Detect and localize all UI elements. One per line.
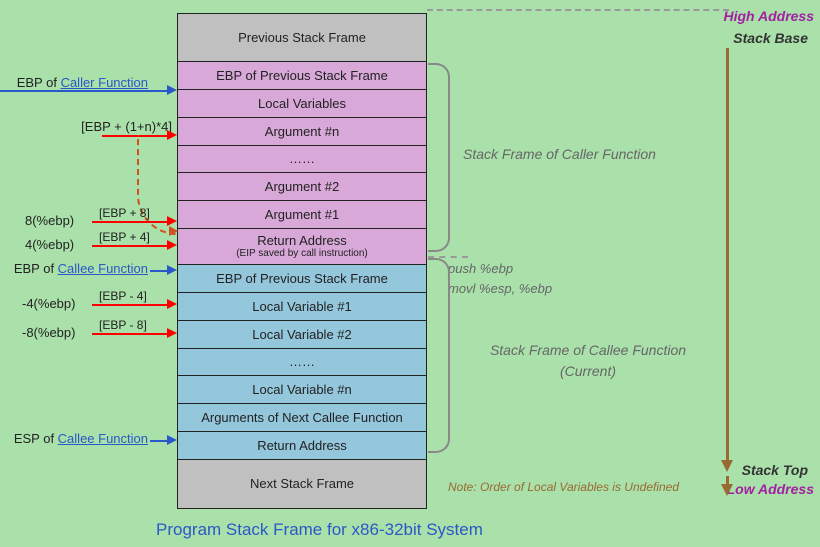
ah-ebp-caller bbox=[167, 85, 177, 95]
label-ebp-caller: EBP of Caller Function bbox=[0, 75, 148, 90]
growth-arrow-head bbox=[721, 460, 733, 472]
arr-offm8 bbox=[92, 333, 167, 335]
note-text: Note: Order of Local Variables is Undefi… bbox=[448, 480, 679, 494]
label: Local Variable #2 bbox=[252, 327, 352, 343]
label: Argument #1 bbox=[265, 207, 339, 223]
label-offm8b: [EBP - 8] bbox=[99, 318, 147, 332]
bracket-callee bbox=[428, 258, 450, 453]
sub-label: (EIP saved by call instruction) bbox=[236, 248, 368, 260]
label-off8a: 8(%ebp) bbox=[25, 213, 74, 228]
label-low-addr: Low Address bbox=[727, 479, 814, 500]
label-off4a: 4(%ebp) bbox=[25, 237, 74, 252]
cell-next-frame: Next Stack Frame bbox=[178, 460, 426, 508]
cell-lvn: Local Variable #n bbox=[178, 376, 426, 404]
arr-off4 bbox=[92, 245, 167, 247]
cell-dots1: …… bbox=[178, 146, 426, 173]
cell-ret-addr2: Return Address bbox=[178, 432, 426, 460]
ah-esp-callee bbox=[167, 435, 177, 445]
cell-lv2: Local Variable #2 bbox=[178, 321, 426, 349]
label-offm4b: [EBP - 4] bbox=[99, 289, 147, 303]
cell-ebp-prev1: EBP of Previous Stack Frame bbox=[178, 62, 426, 90]
label: EBP of Previous Stack Frame bbox=[216, 68, 388, 84]
ah-offm8 bbox=[167, 328, 177, 338]
cell-ret-addr: Return Address (EIP saved by call instru… bbox=[178, 229, 426, 265]
line-ebp-caller bbox=[0, 90, 167, 92]
cell-arg-n: Argument #n bbox=[178, 118, 426, 146]
cell-args-next: Arguments of Next Callee Function bbox=[178, 404, 426, 432]
label-off8b: [EBP + 8] bbox=[99, 206, 150, 220]
label: EBP of Previous Stack Frame bbox=[216, 271, 388, 287]
label: Local Variable #n bbox=[252, 382, 352, 398]
label-ebp-plus-n: [EBP + (1+n)*4] bbox=[50, 119, 172, 134]
cell-locals-caller: Local Variables bbox=[178, 90, 426, 118]
bracket-caller bbox=[428, 63, 450, 252]
label-ebp-callee: EBP of Callee Function bbox=[0, 261, 148, 276]
ah-ebp-callee bbox=[167, 265, 177, 275]
label: Return Address bbox=[257, 233, 347, 249]
line-esp-callee bbox=[150, 440, 167, 442]
cell-prev-frame: Previous Stack Frame bbox=[178, 14, 426, 62]
label: …… bbox=[289, 354, 315, 370]
cell-ebp-prev2: EBP of Previous Stack Frame bbox=[178, 265, 426, 293]
label: Argument #2 bbox=[265, 179, 339, 195]
line-ebp-callee bbox=[150, 270, 167, 272]
label-callee-frame: Stack Frame of Callee Function (Current) bbox=[463, 340, 713, 382]
label-high-addr: High Address bbox=[724, 6, 815, 27]
label-stack-base: Stack Base bbox=[733, 28, 808, 49]
label-off4b: [EBP + 4] bbox=[99, 230, 150, 244]
label-offm4a: -4(%ebp) bbox=[22, 296, 75, 311]
dashed-curve-head bbox=[169, 226, 178, 236]
ah-off4 bbox=[167, 240, 177, 250]
label: Local Variables bbox=[258, 96, 346, 112]
growth-arrow-line bbox=[726, 48, 729, 460]
label: Return Address bbox=[257, 438, 347, 454]
label-esp-callee: ESP of Callee Function bbox=[0, 431, 148, 446]
arr-off8 bbox=[92, 221, 167, 223]
cell-dots2: …… bbox=[178, 349, 426, 376]
diagram-title: Program Stack Frame for x86-32bit System bbox=[156, 520, 483, 540]
label: Argument #n bbox=[265, 124, 339, 140]
cell-lv1: Local Variable #1 bbox=[178, 293, 426, 321]
label: Previous Stack Frame bbox=[238, 30, 366, 46]
label: Next Stack Frame bbox=[250, 476, 354, 492]
cell-arg2: Argument #2 bbox=[178, 173, 426, 201]
label-caller-frame: Stack Frame of Caller Function bbox=[463, 144, 656, 165]
dash-top bbox=[427, 9, 729, 11]
arr-offm4 bbox=[92, 304, 167, 306]
label: Local Variable #1 bbox=[252, 299, 352, 315]
label-offm8a: -8(%ebp) bbox=[22, 325, 75, 340]
ah-offm4 bbox=[167, 299, 177, 309]
label-stack-top: Stack Top bbox=[742, 460, 808, 481]
stack-column: Previous Stack Frame EBP of Previous Sta… bbox=[177, 13, 427, 509]
label: …… bbox=[289, 151, 315, 167]
label: Arguments of Next Callee Function bbox=[201, 410, 403, 426]
growth-arrow-line2 bbox=[726, 476, 729, 486]
label-asm: push %ebp movl %esp, %ebp bbox=[448, 259, 552, 298]
ah-off8 bbox=[167, 216, 177, 226]
cell-arg1: Argument #1 bbox=[178, 201, 426, 229]
